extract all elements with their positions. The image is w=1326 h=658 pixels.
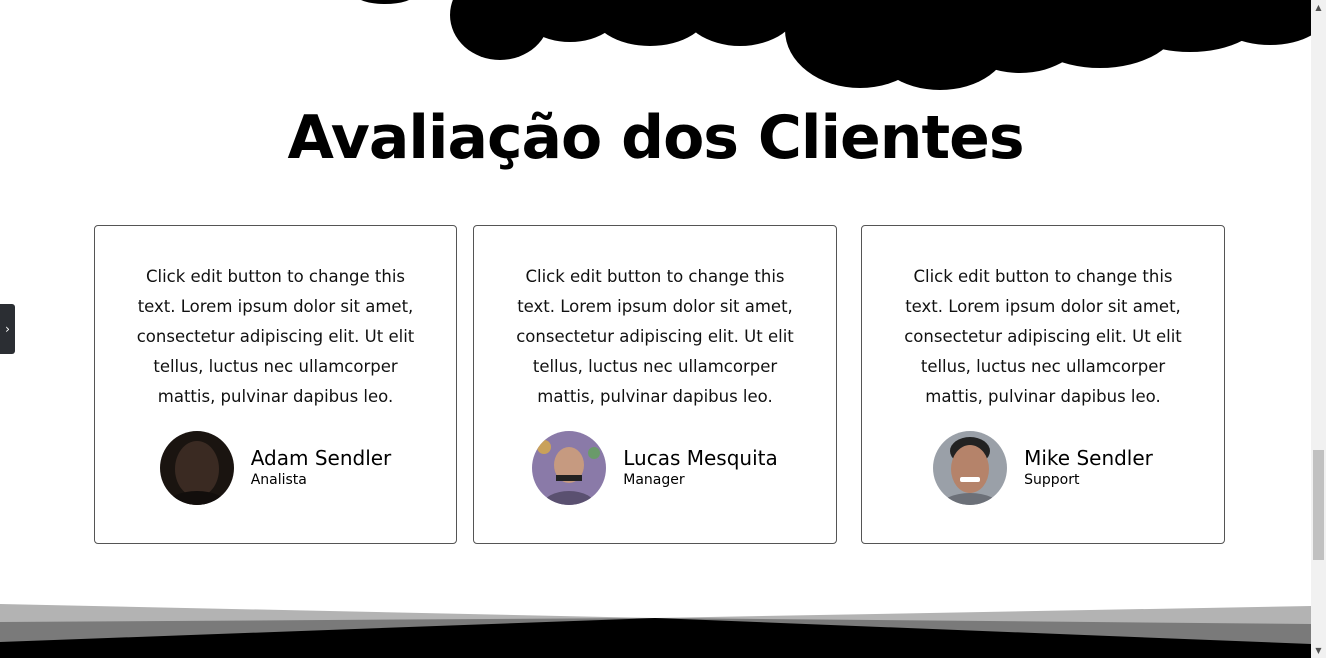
author-role: Analista bbox=[250, 472, 307, 488]
testimonial-author: Adam Sendler Analista bbox=[95, 431, 456, 505]
testimonial-card: Click edit button to change this text. L… bbox=[861, 225, 1225, 544]
section-title: Avaliação dos Clientes bbox=[287, 103, 1024, 173]
testimonial-card: Click edit button to change this text. L… bbox=[94, 225, 457, 544]
side-panel-toggle[interactable]: › bbox=[0, 304, 15, 354]
author-name: Mike Sendler bbox=[1024, 446, 1153, 470]
author-name: Adam Sendler bbox=[250, 446, 392, 470]
testimonial-text: Click edit button to change this text. L… bbox=[516, 267, 794, 406]
author-name: Lucas Mesquita bbox=[623, 446, 778, 470]
testimonial-author: Lucas Mesquita Manager bbox=[474, 431, 836, 505]
bottom-fan-divider bbox=[0, 604, 1311, 658]
author-role: Support bbox=[1024, 472, 1080, 488]
vertical-scrollbar[interactable]: ▲ ▼ bbox=[1311, 0, 1326, 658]
scroll-up-arrow-icon[interactable]: ▲ bbox=[1311, 0, 1326, 15]
avatar bbox=[159, 431, 234, 505]
chevron-right-icon: › bbox=[5, 322, 10, 336]
testimonial-card: Click edit button to change this text. L… bbox=[473, 225, 837, 544]
scrollbar-thumb[interactable] bbox=[1313, 450, 1324, 560]
testimonial-author: Mike Sendler Support bbox=[862, 431, 1224, 505]
top-cloud-divider bbox=[361, 0, 1311, 90]
testimonials-page: Avaliação dos Clientes Click edit button… bbox=[0, 0, 1311, 658]
avatar bbox=[933, 431, 1008, 505]
avatar bbox=[532, 431, 607, 505]
author-role: Manager bbox=[623, 472, 685, 488]
testimonial-text: Click edit button to change this text. L… bbox=[136, 267, 415, 406]
testimonial-text: Click edit button to change this text. L… bbox=[904, 267, 1182, 406]
scroll-down-arrow-icon[interactable]: ▼ bbox=[1311, 643, 1326, 658]
